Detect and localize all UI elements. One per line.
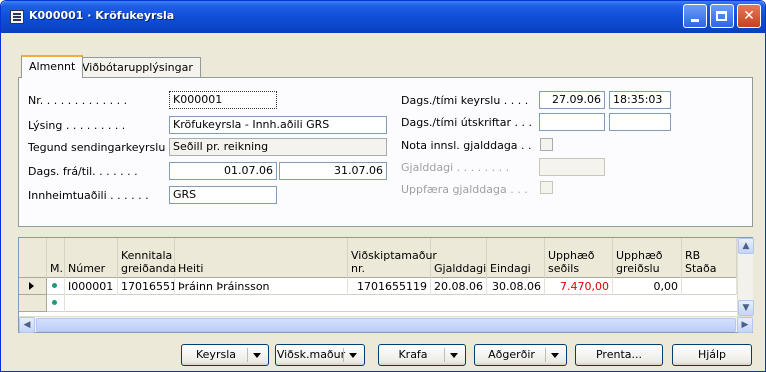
cell-upphaed-sedils[interactable]: 7.470,00 <box>545 278 613 295</box>
nota-label: Nota innsl. gjalddaga . . <box>401 139 532 152</box>
close-icon: ✕ <box>743 8 755 24</box>
dags-to-field[interactable]: 31.07.06 <box>279 162 387 180</box>
new-row-selector[interactable] <box>19 295 47 312</box>
uppfaera-label: Uppfæra gjalddaga . . . <box>401 183 528 196</box>
hjalp-button-label: Hjálp <box>697 348 727 361</box>
row-selector[interactable] <box>19 278 47 295</box>
cell-kennitala[interactable]: 1701655119 <box>118 278 175 295</box>
cell-eindagi[interactable]: 30.08.06 <box>487 278 545 295</box>
utskriftar-time-field[interactable] <box>609 113 671 131</box>
window-title: K000001 · Kröfukeyrsla <box>29 9 175 22</box>
minimize-icon <box>691 19 699 22</box>
keyrsla-button-label: Keyrsla <box>196 348 236 361</box>
title-bar[interactable]: K000001 · Kröfukeyrsla ✕ <box>1 1 765 33</box>
tegund-label: Tegund sendingarkeyrslu <box>28 141 166 154</box>
split-divider <box>247 348 248 362</box>
minimize-button[interactable] <box>683 4 707 28</box>
cell-rb-stada[interactable] <box>682 278 737 295</box>
column-header-numer[interactable]: Númer <box>65 238 118 278</box>
prenta-button-label: Prenta... <box>595 348 642 361</box>
status-dot-icon <box>52 300 57 305</box>
keyrslu-time-field[interactable]: 18:35:03 <box>609 91 671 109</box>
general-tab-panel: Nr. . . . . . . . . . . . . K000001 Lýsi… <box>18 77 753 227</box>
status-dot-icon <box>52 283 57 288</box>
hjalp-button[interactable]: Hjálp <box>672 344 752 366</box>
innheimtuadili-field[interactable]: GRS <box>169 186 277 204</box>
keyrslu-date-field[interactable]: 27.09.06 <box>539 91 605 109</box>
cell-upphaed-greidslu[interactable]: 0,00 <box>613 278 682 295</box>
row-selector-header <box>19 238 47 278</box>
dags-from-field[interactable]: 01.07.06 <box>169 162 277 180</box>
table-row-new[interactable] <box>47 295 737 312</box>
row-marker <box>47 295 65 312</box>
nr-label: Nr. . . . . . . . . . . . . <box>28 94 128 107</box>
utskriftar-label: Dags./tími útskriftar . . . <box>401 116 532 129</box>
close-button[interactable]: ✕ <box>737 4 761 28</box>
horizontal-scrollbar[interactable]: ◀ ▶ <box>19 316 753 333</box>
dropdown-arrow-icon <box>551 353 559 358</box>
table-row[interactable]: I000001 1701655119 Þráinn Þráinsson 1701… <box>47 278 737 295</box>
maximize-icon <box>716 11 727 21</box>
column-header-m[interactable]: M. <box>47 238 65 278</box>
column-header-heiti[interactable]: Heiti <box>175 238 348 278</box>
maximize-button[interactable] <box>710 4 734 28</box>
tab-vidbotarupplysingar[interactable]: Viðbótarupplýsingar <box>74 57 201 77</box>
split-divider <box>444 348 445 362</box>
vertical-scrollbar[interactable]: ▲ ▼ <box>737 238 754 316</box>
split-divider <box>545 348 546 362</box>
cell-vidskiptamadur[interactable]: 1701655119 <box>348 278 431 295</box>
utskriftar-date-field[interactable] <box>539 113 605 131</box>
cell-heiti[interactable]: Þráinn Þráinsson <box>175 278 348 295</box>
row-marker <box>47 278 65 295</box>
cell-gjalddagi[interactable]: 20.08.06 <box>431 278 487 295</box>
claims-grid: M. Númer Kennitala greiðanda Heiti Viðsk… <box>18 237 754 333</box>
keyrslu-label: Dags./tími keyrslu . . . . <box>401 94 529 107</box>
column-header-gjalddagi[interactable]: Gjalddagi <box>431 238 487 278</box>
lysing-field[interactable]: Kröfukeyrsla - Innh.aðili GRS <box>169 116 387 134</box>
vidskmadur-button-label: Viðsk.maður <box>276 348 346 361</box>
main-window: K000001 · Kröfukeyrsla ✕ Almennt Viðbóta… <box>0 0 766 372</box>
innheimtuadili-label: Innheimtuaðili . . . . . . <box>28 189 149 202</box>
column-header-rb-stada[interactable]: RB Staða <box>682 238 737 278</box>
nr-field[interactable]: K000001 <box>169 91 277 109</box>
uppfaera-checkbox[interactable] <box>540 181 553 194</box>
lysing-label: Lýsing . . . . . . . . . <box>28 119 126 132</box>
dropdown-arrow-icon <box>253 353 261 358</box>
column-header-upphaed-greidslu[interactable]: Upphæð greiðslu <box>613 238 682 278</box>
dropdown-arrow-icon <box>450 353 458 358</box>
adgerdir-button[interactable]: Aðgerðir <box>474 344 567 366</box>
cell-numer[interactable]: I000001 <box>65 278 118 295</box>
vidskmadur-button[interactable]: Viðsk.maður <box>275 344 365 366</box>
keyrsla-button[interactable]: Keyrsla <box>181 344 269 366</box>
scroll-up-icon[interactable]: ▲ <box>738 238 754 254</box>
prenta-button[interactable]: Prenta... <box>575 344 663 366</box>
column-header-eindagi[interactable]: Eindagi <box>487 238 545 278</box>
gjalddagi-field[interactable] <box>539 158 605 176</box>
split-divider <box>343 348 344 362</box>
scroll-right-icon[interactable]: ▶ <box>737 317 753 333</box>
column-header-vidskiptamadur[interactable]: Viðskiptamaður nr. <box>348 238 437 278</box>
tegund-field[interactable]: Seðill pr. reikning <box>169 138 387 156</box>
tab-almennt[interactable]: Almennt <box>21 55 84 78</box>
dropdown-arrow-icon <box>349 353 357 358</box>
krafa-button-label: Krafa <box>398 348 428 361</box>
form-icon <box>10 10 24 24</box>
column-header-upphaed-sedils[interactable]: Upphæð seðils <box>545 238 613 278</box>
grid-header: M. Númer Kennitala greiðanda Heiti Viðsk… <box>19 238 737 278</box>
column-header-kennitala[interactable]: Kennitala greiðanda <box>118 238 176 278</box>
scroll-down-icon[interactable]: ▼ <box>738 300 754 316</box>
krafa-button[interactable]: Krafa <box>378 344 466 366</box>
adgerdir-button-label: Aðgerðir <box>488 348 535 361</box>
gjalddagi-label: Gjalddagi . . . . . . . . <box>401 161 510 174</box>
scroll-left-icon[interactable]: ◀ <box>19 317 35 333</box>
current-row-arrow-icon <box>29 282 34 290</box>
horizontal-scroll-thumb[interactable] <box>36 318 736 332</box>
nota-checkbox[interactable] <box>540 138 553 151</box>
dags-label: Dags. frá/til. . . . . . . <box>28 165 138 178</box>
